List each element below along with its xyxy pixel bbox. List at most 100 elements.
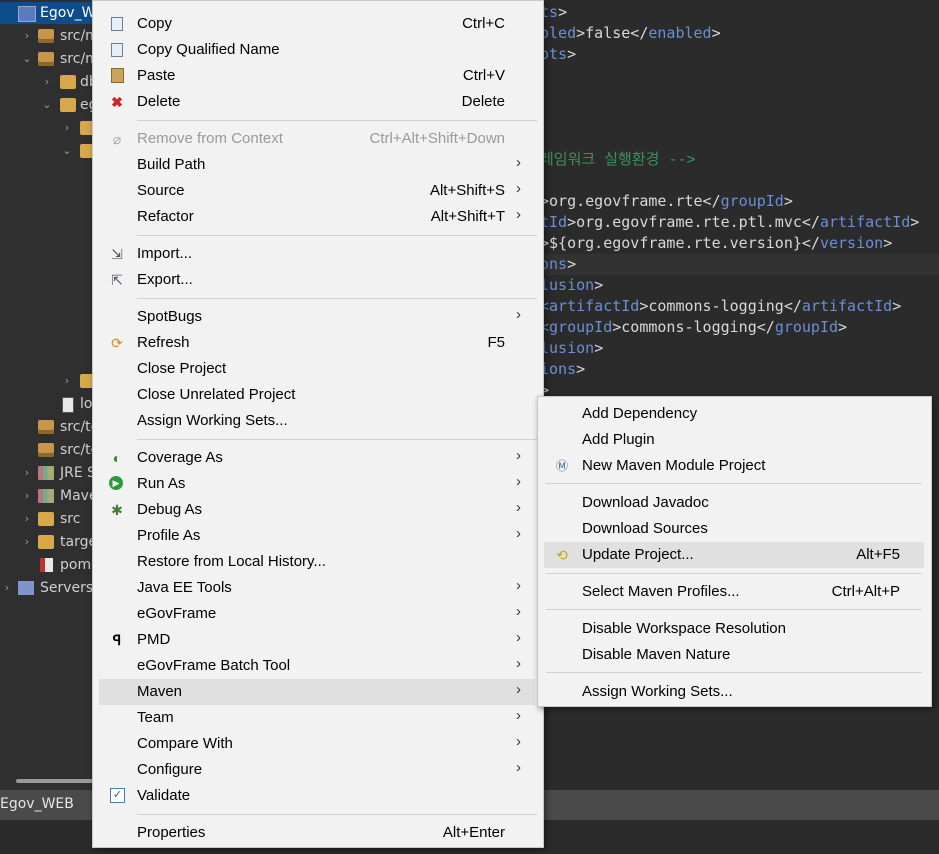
menu-item-new-maven-module[interactable]: Ⓜ New Maven Module Project (544, 453, 924, 479)
menu-item-label: Disable Maven Nature (582, 646, 731, 663)
menu-item-pmd[interactable]: ꟼ PMD › (99, 627, 535, 653)
menu-item-disable-maven-nature[interactable]: Disable Maven Nature (544, 642, 924, 668)
debug-icon: ✱ (111, 502, 123, 518)
menu-item-spotbugs[interactable]: SpotBugs › (99, 304, 535, 330)
menu-item-build-path[interactable]: Build Path › (99, 152, 535, 178)
tree-item-src-test-resources[interactable]: src/test/resources (0, 439, 96, 461)
expand-arrow-icon[interactable]: › (42, 71, 52, 93)
tree-item-label: Egov_WEB (40, 5, 96, 21)
tree-item-pom[interactable]: pom.xml (0, 554, 96, 576)
menu-item-delete[interactable]: ✖ Delete Delete (99, 89, 535, 115)
delete-icon: ✖ (111, 94, 123, 110)
tree-item-target[interactable]: › target (0, 531, 96, 553)
folder-icon (38, 512, 54, 526)
expand-arrow-icon[interactable]: › (22, 508, 32, 530)
menu-item-debug-as[interactable]: ✱ Debug As › (99, 497, 535, 523)
code-line: 레임워크 실행환경 --> (540, 150, 696, 168)
expand-arrow-icon[interactable]: › (62, 117, 72, 139)
tree-item-subfolder[interactable]: › (0, 117, 96, 139)
menu-item-copy-qualified-name[interactable]: Copy Qualified Name (99, 37, 535, 63)
menu-item-label: Update Project... (582, 546, 694, 563)
menu-item-egovframe[interactable]: eGovFrame › (99, 601, 535, 627)
tree-item-label: Servers (40, 580, 94, 596)
menu-item-export[interactable]: ⇱ Export... (99, 267, 535, 293)
tree-item-label: src/test/java (60, 419, 96, 435)
menu-separator (137, 814, 537, 815)
expand-arrow-icon[interactable]: › (2, 577, 12, 599)
menu-item-team[interactable]: Team › (99, 705, 535, 731)
menu-item-compare-with[interactable]: Compare With › (99, 731, 535, 757)
menu-item-select-maven-profiles[interactable]: Select Maven Profiles... Ctrl+Alt+P (544, 579, 924, 605)
menu-item-paste[interactable]: Paste Ctrl+V (99, 63, 535, 89)
menu-item-configure[interactable]: Configure › (99, 757, 535, 783)
menu-item-refactor[interactable]: Refactor Alt+Shift+T › (99, 204, 535, 230)
menu-item-profile-as[interactable]: Profile As › (99, 523, 535, 549)
menu-item-label: New Maven Module Project (582, 457, 766, 474)
expand-arrow-icon[interactable]: › (22, 462, 32, 484)
menu-item-add-plugin[interactable]: Add Plugin (544, 427, 924, 453)
menu-item-disable-workspace-resolution[interactable]: Disable Workspace Resolution (544, 616, 924, 642)
expand-arrow-icon[interactable]: › (62, 370, 72, 392)
menu-item-source[interactable]: Source Alt+Shift+S › (99, 178, 535, 204)
refresh-icon: ⟳ (111, 335, 123, 351)
menu-item-maven[interactable]: Maven › (99, 679, 535, 705)
menu-item-download-sources[interactable]: Download Sources (544, 516, 924, 542)
tree-item-jre-library[interactable]: › JRE System Library (0, 462, 96, 484)
menu-item-label: Run As (137, 475, 186, 492)
menu-item-restore-local-history[interactable]: Restore from Local History... (99, 549, 535, 575)
menu-item-import[interactable]: ⇲ Import... (99, 241, 535, 267)
expand-arrow-icon[interactable]: › (22, 531, 32, 553)
expand-arrow-icon[interactable]: › (22, 25, 32, 47)
menu-item-label: Paste (137, 67, 176, 84)
menu-item-update-project[interactable]: ⟲ Update Project... Alt+F5 (544, 542, 924, 568)
horizontal-scrollbar[interactable] (16, 779, 98, 783)
menu-item-java-ee-tools[interactable]: Java EE Tools › (99, 575, 535, 601)
tree-item-subfolder[interactable]: › (0, 370, 96, 392)
menu-item-coverage-as[interactable]: ◐ Coverage As › (99, 445, 535, 471)
submenu-arrow-icon: › (516, 733, 521, 750)
menu-item-close-project[interactable]: Close Project (99, 356, 535, 382)
tree-item-db[interactable]: › db (0, 71, 96, 93)
menu-item-validate[interactable]: ✓ Validate (99, 783, 535, 809)
tree-item-src-test-java[interactable]: src/test/java (0, 416, 96, 438)
run-icon: ▶ (109, 476, 123, 490)
tree-item-src-main-java[interactable]: › src/main/java (0, 25, 96, 47)
bottom-panel-title[interactable]: Egov_WEB (0, 796, 74, 812)
tree-item-src-main-resources[interactable]: ⌄ src/main/resources (0, 48, 96, 70)
menu-item-download-javadoc[interactable]: Download Javadoc (544, 490, 924, 516)
collapse-arrow-icon[interactable]: ⌄ (42, 94, 52, 116)
code-line: <artifactId>commons-logging</artifactId> (540, 297, 902, 315)
menu-item-assign-working-sets-maven[interactable]: Assign Working Sets... (544, 679, 924, 705)
menu-item-label: Maven (137, 683, 183, 700)
menu-item-refresh[interactable]: ⟳ Refresh F5 (99, 330, 535, 356)
menu-item-close-unrelated-project[interactable]: Close Unrelated Project (99, 382, 535, 408)
paste-icon (111, 68, 124, 83)
tree-item-egovframework[interactable]: ⌄ egovframework (0, 94, 96, 116)
expand-arrow-icon[interactable]: › (22, 485, 32, 507)
menu-item-remove-from-context[interactable]: ⌀ Remove from Context Ctrl+Alt+Shift+Dow… (99, 126, 535, 152)
code-line: ts> (540, 3, 568, 21)
tree-item-maven-dependencies[interactable]: › Maven Dependencies (0, 485, 96, 507)
tree-item-src[interactable]: › src (0, 508, 96, 530)
tree-item-project[interactable]: Egov_WEB (0, 2, 96, 24)
project-icon (18, 6, 36, 22)
menu-item-add-dependency[interactable]: Add Dependency (544, 401, 924, 427)
menu-item-egovframe-batch-tool[interactable]: eGovFrame Batch Tool › (99, 653, 535, 679)
tree-item-servers[interactable]: › Servers (0, 577, 96, 599)
tree-item-log4j2[interactable]: log4j2.xml (0, 393, 96, 415)
menu-item-assign-working-sets[interactable]: Assign Working Sets... (99, 408, 535, 434)
menu-item-label: Remove from Context (137, 130, 283, 147)
collapse-arrow-icon[interactable]: ⌄ (22, 48, 32, 70)
code-line: oled>false</enabled> (540, 24, 721, 42)
menu-separator (546, 672, 922, 673)
menu-item-label: Copy Qualified Name (137, 41, 280, 58)
menu-item-copy[interactable]: Copy Ctrl+C (99, 11, 535, 37)
code-line: tId>org.egovframe.rte.ptl.mvc</artifactI… (540, 213, 920, 231)
collapse-arrow-icon[interactable]: ⌄ (62, 140, 72, 162)
menu-item-properties[interactable]: Properties Alt+Enter (99, 820, 535, 846)
menu-item-run-as[interactable]: ▶ Run As › (99, 471, 535, 497)
submenu-arrow-icon: › (516, 206, 521, 223)
menu-item-label: Close Unrelated Project (137, 386, 296, 403)
tree-item-subfolder[interactable]: ⌄ (0, 140, 96, 162)
menu-item-label: Select Maven Profiles... (582, 583, 740, 600)
